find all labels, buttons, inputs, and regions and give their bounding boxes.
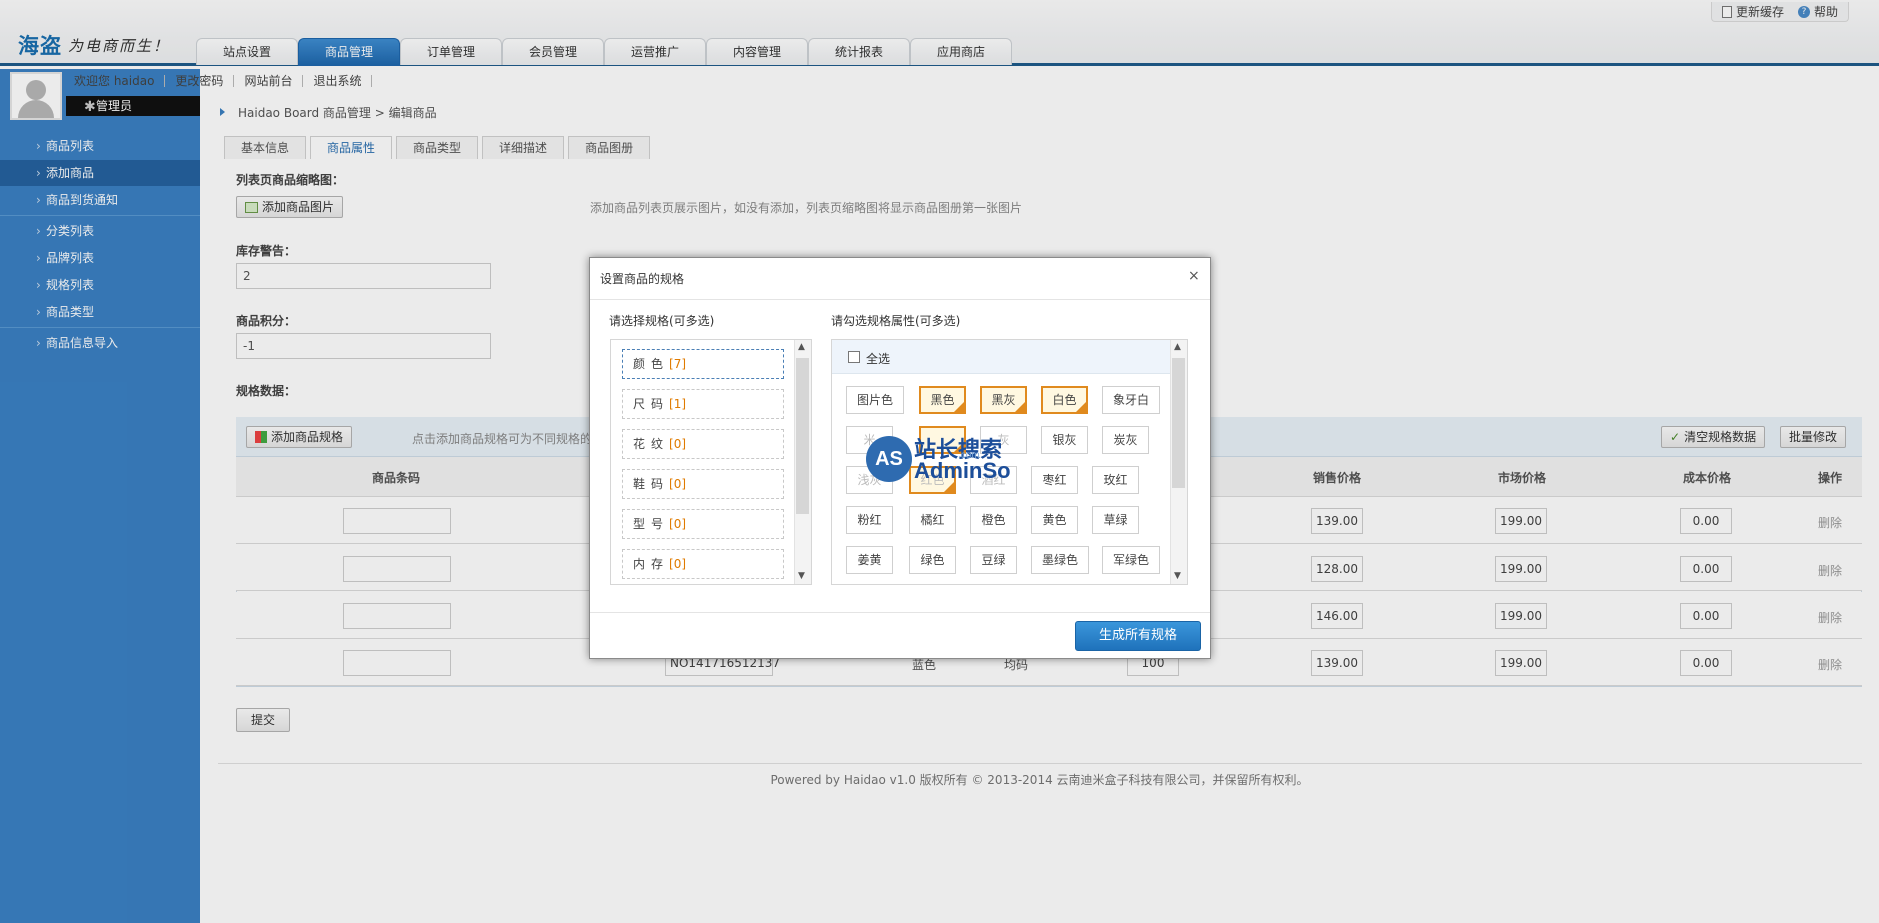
spec-count: [0] [669, 477, 687, 491]
spec-value-chip[interactable]: 象牙白 [1102, 386, 1160, 414]
spec-item[interactable]: 内存[0] [622, 549, 784, 579]
spec-name: 尺码 [633, 397, 670, 411]
spec-value-chip[interactable]: 粉红 [846, 506, 893, 534]
spec-value-chip[interactable]: 军绿色 [1102, 546, 1160, 574]
spec-name: 鞋码 [633, 477, 670, 491]
spec-value-chip[interactable]: 白色 [1041, 386, 1088, 414]
left-heading: 请选择规格(可多选) [609, 314, 715, 328]
spec-item[interactable]: 颜色[7] [622, 349, 784, 379]
spec-value-chip[interactable]: 玫红 [1092, 466, 1139, 494]
spec-value-chip[interactable]: 黄色 [1031, 506, 1078, 534]
spec-name: 型号 [633, 517, 670, 531]
spec-value-chip[interactable]: 黑灰 [980, 386, 1027, 414]
spec-value-chip[interactable]: 豆绿 [970, 546, 1017, 574]
spec-value-chip[interactable]: 姜黄 [846, 546, 893, 574]
scroll-down-icon[interactable]: ▼ [1174, 571, 1181, 581]
right-heading: 请勾选规格属性(可多选) [831, 314, 961, 328]
spec-item[interactable]: 花纹[0] [622, 429, 784, 459]
spec-value-chip[interactable]: 墨绿色 [1031, 546, 1089, 574]
spec-value-chip[interactable]: 橘红 [909, 506, 956, 534]
select-all-label: 全选 [866, 352, 891, 366]
watermark-badge: AS [866, 436, 912, 482]
spec-value-chip[interactable]: 图片色 [846, 386, 904, 414]
spec-value-chip[interactable]: 橙色 [970, 506, 1017, 534]
spec-count: [0] [669, 557, 687, 571]
spec-value-chip[interactable]: 黑色 [919, 386, 966, 414]
scroll-up-icon[interactable]: ▲ [1174, 342, 1181, 352]
spec-item[interactable]: 鞋码[0] [622, 469, 784, 499]
dialog-divider [590, 299, 1210, 300]
right-scroll-thumb[interactable] [1172, 358, 1185, 488]
spec-value-chip[interactable]: 枣红 [1031, 466, 1078, 494]
left-scroll-thumb[interactable] [796, 358, 809, 514]
spec-value-chip[interactable]: 银灰 [1041, 426, 1088, 454]
spec-value-chip[interactable]: 绿色 [909, 546, 956, 574]
scroll-down-icon[interactable]: ▼ [798, 571, 805, 581]
spec-item[interactable]: 型号[0] [622, 509, 784, 539]
spec-name: 颜色 [633, 357, 670, 371]
generate-specs-button[interactable]: 生成所有规格 [1075, 621, 1201, 651]
spec-count: [0] [669, 437, 687, 451]
close-icon[interactable]: × [1188, 268, 1200, 284]
watermark-logo: AS 站长搜索 .com AdminSo [866, 432, 1016, 486]
spec-count: [7] [669, 357, 687, 371]
spec-count: [0] [669, 517, 687, 531]
spec-name: 花纹 [633, 437, 670, 451]
dialog-footer-divider [590, 612, 1210, 613]
spec-value-chip[interactable]: 炭灰 [1102, 426, 1149, 454]
spec-item[interactable]: 尺码[1] [622, 389, 784, 419]
spec-value-chip[interactable]: 草绿 [1092, 506, 1139, 534]
spec-name: 内存 [633, 557, 670, 571]
scroll-up-icon[interactable]: ▲ [798, 342, 805, 352]
select-all-checkbox[interactable] [848, 351, 860, 363]
watermark-en: AdminSo [914, 458, 1011, 483]
spec-count: [1] [669, 397, 687, 411]
dialog-title: 设置商品的规格 [600, 272, 685, 286]
